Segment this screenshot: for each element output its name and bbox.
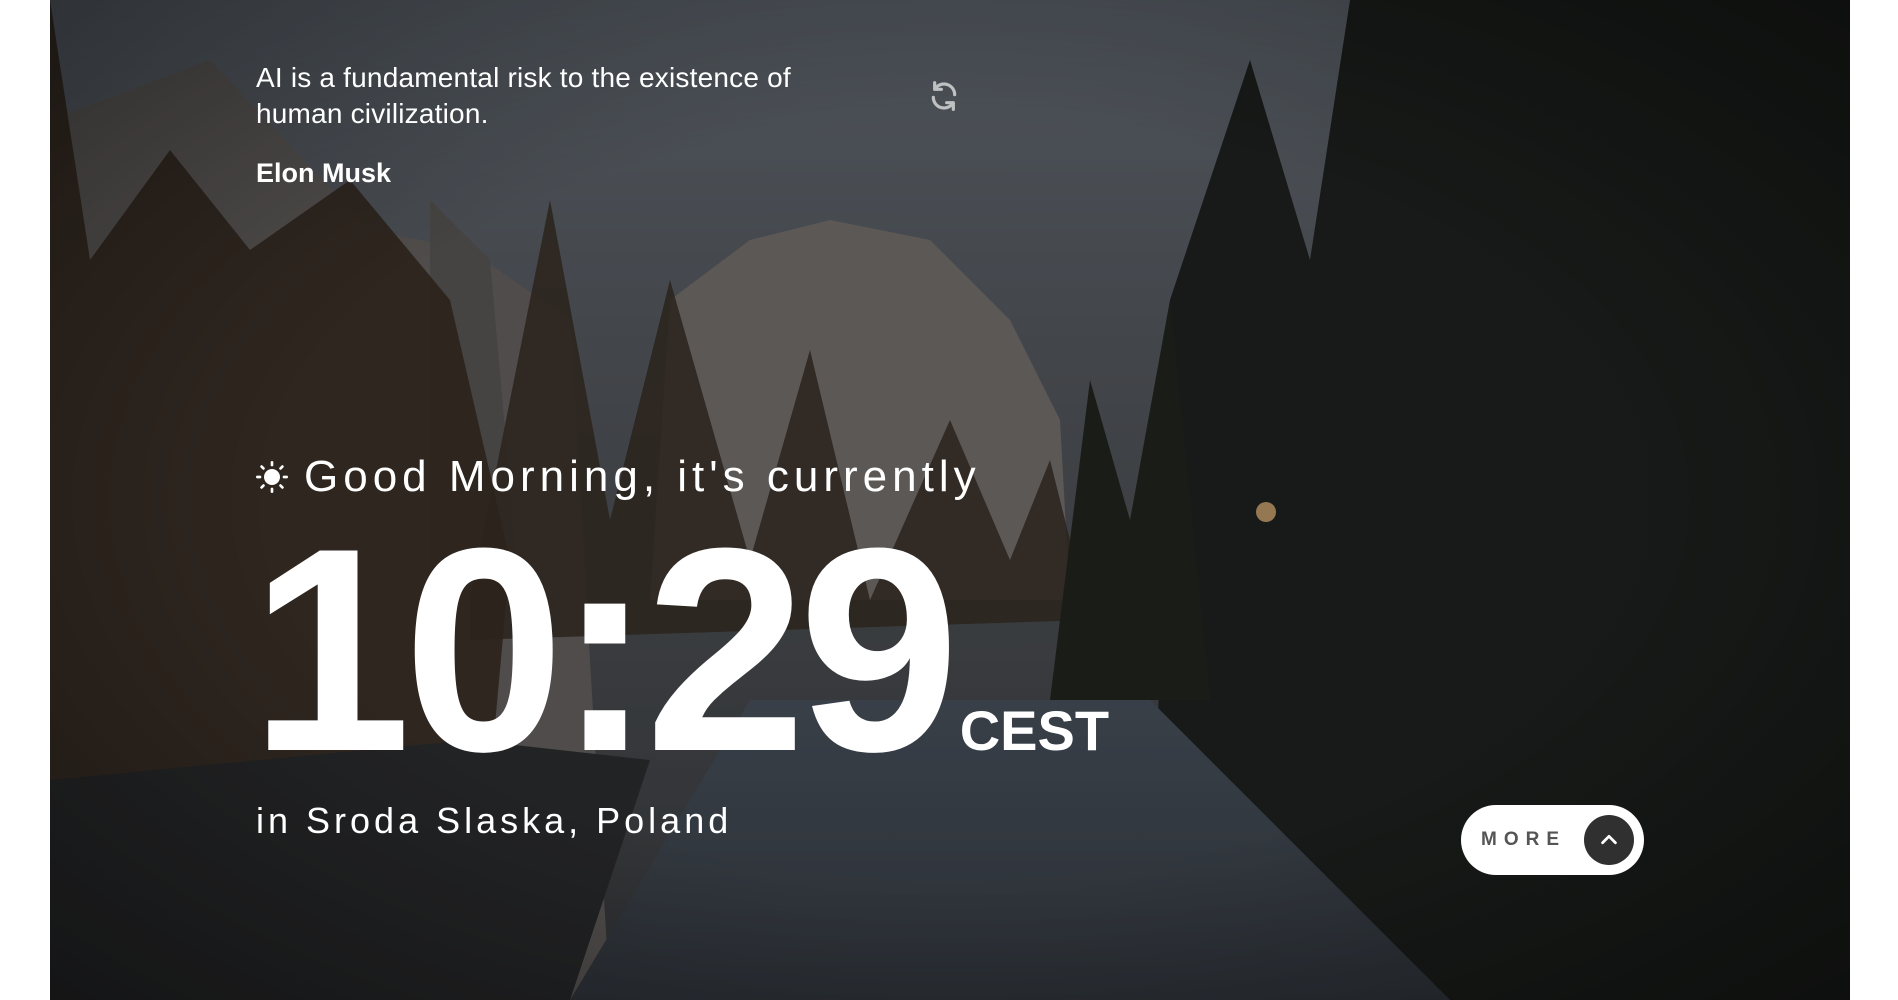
refresh-quote-button[interactable]: [928, 80, 960, 112]
clock: 10:29 CEST: [250, 488, 1110, 812]
clock-timezone: CEST: [959, 699, 1110, 762]
location-text: in Sroda Slaska, Poland: [256, 800, 733, 841]
refresh-icon: [931, 81, 957, 111]
more-button[interactable]: MORE: [1461, 805, 1644, 875]
quote-author: Elon Musk: [256, 158, 392, 188]
clock-time: 10:29: [250, 488, 960, 812]
more-button-label: MORE: [1481, 829, 1566, 850]
more-arrow-circle: [1584, 815, 1634, 865]
quote-block: AI is a fundamental risk to the existenc…: [256, 60, 876, 189]
quote-text: AI is a fundamental risk to the existenc…: [256, 62, 791, 129]
app-window: AI is a fundamental risk to the existenc…: [50, 0, 1850, 1000]
chevron-up-icon: [1601, 834, 1617, 845]
